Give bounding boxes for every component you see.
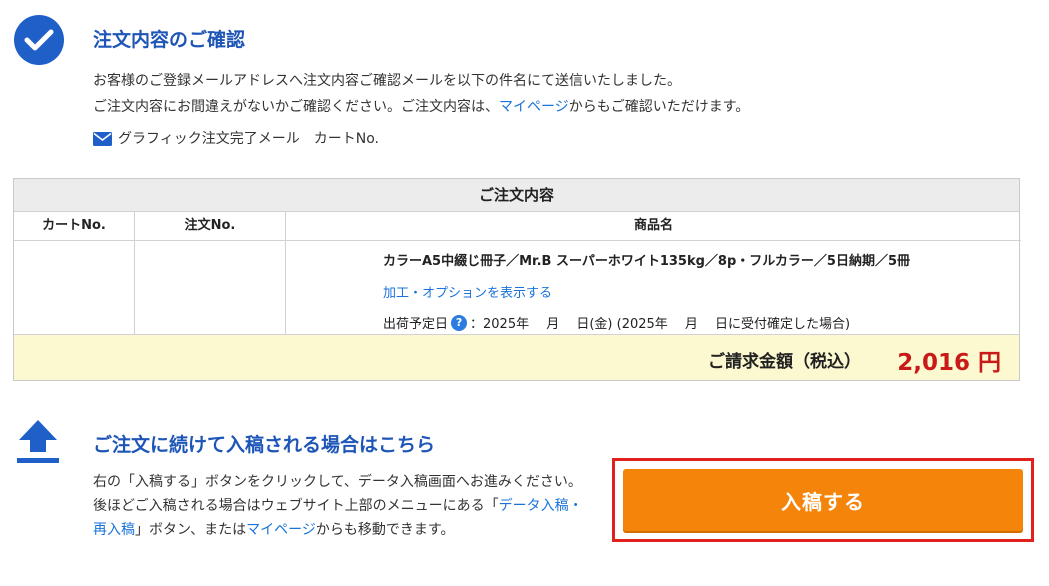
total-bar: ご請求金額（税込） 2,016 円: [14, 334, 1019, 380]
mypage-link[interactable]: マイページ: [246, 522, 316, 538]
column-divider: [285, 211, 286, 334]
confirmation-description: お客様のご登録メールアドレスへ注文内容ご確認メールを以下の件名にて送信いたしまし…: [93, 68, 749, 120]
confirmation-title: 注文内容のご確認: [93, 29, 246, 51]
check-icon: [14, 15, 64, 65]
mypage-link[interactable]: マイページ: [499, 99, 569, 115]
description-line-1: お客様のご登録メールアドレスへ注文内容ご確認メールを以下の件名にて送信いたしまし…: [93, 73, 681, 89]
ship-date-label: 出荷予定日: [383, 317, 449, 332]
mail-icon: [93, 132, 112, 146]
column-header-order-no: 注文No.: [135, 211, 285, 241]
upload-button[interactable]: 入稿する: [623, 469, 1023, 531]
upload-icon: [17, 420, 59, 463]
mail-subject: グラフィック注文完了メール カートNo.: [118, 131, 379, 147]
product-name: カラーA5中綴じ冊子／Mr.B スーパーホワイト135kg／8p・フルカラー／5…: [383, 254, 910, 269]
order-heading: ご注文内容: [14, 179, 1019, 212]
order-table: ご注文内容 カートNo. 注文No. 商品名 カラーA5中綴じ冊子／Mr.B ス…: [13, 178, 1021, 381]
mail-subject-row: グラフィック注文完了メール カートNo.: [93, 128, 379, 150]
upload-button-highlight: 入稿する: [612, 458, 1034, 542]
total-label: ご請求金額（税込）: [708, 352, 861, 372]
total-amount: 2,016 円: [897, 350, 1001, 376]
ship-date-value: ：2025年 月 日(金) (2025年 月 日に受付確定した場合): [470, 317, 851, 332]
column-header-cart-no: カートNo.: [14, 211, 134, 241]
order-no-cell: [135, 241, 285, 334]
upload-description: 右の「入稿する」ボタンをクリックして、データ入稿画面へお進みください。後ほどご入…: [93, 474, 583, 538]
show-options-link[interactable]: 加工・オプションを表示する: [383, 282, 552, 301]
description-line-2: ご注文内容にお間違えがないかご確認ください。ご注文内容は、マイページからもご確認…: [93, 99, 750, 115]
ship-date-row: 出荷予定日 ? ：2025年 月 日(金) (2025年 月 日に受付確定した場…: [383, 313, 850, 332]
cart-no-cell: [14, 241, 134, 334]
upload-title: ご注文に続けて入稿される場合はこちら: [93, 434, 436, 456]
help-icon[interactable]: ?: [451, 314, 468, 331]
column-header-product-name: 商品名: [286, 211, 1021, 241]
